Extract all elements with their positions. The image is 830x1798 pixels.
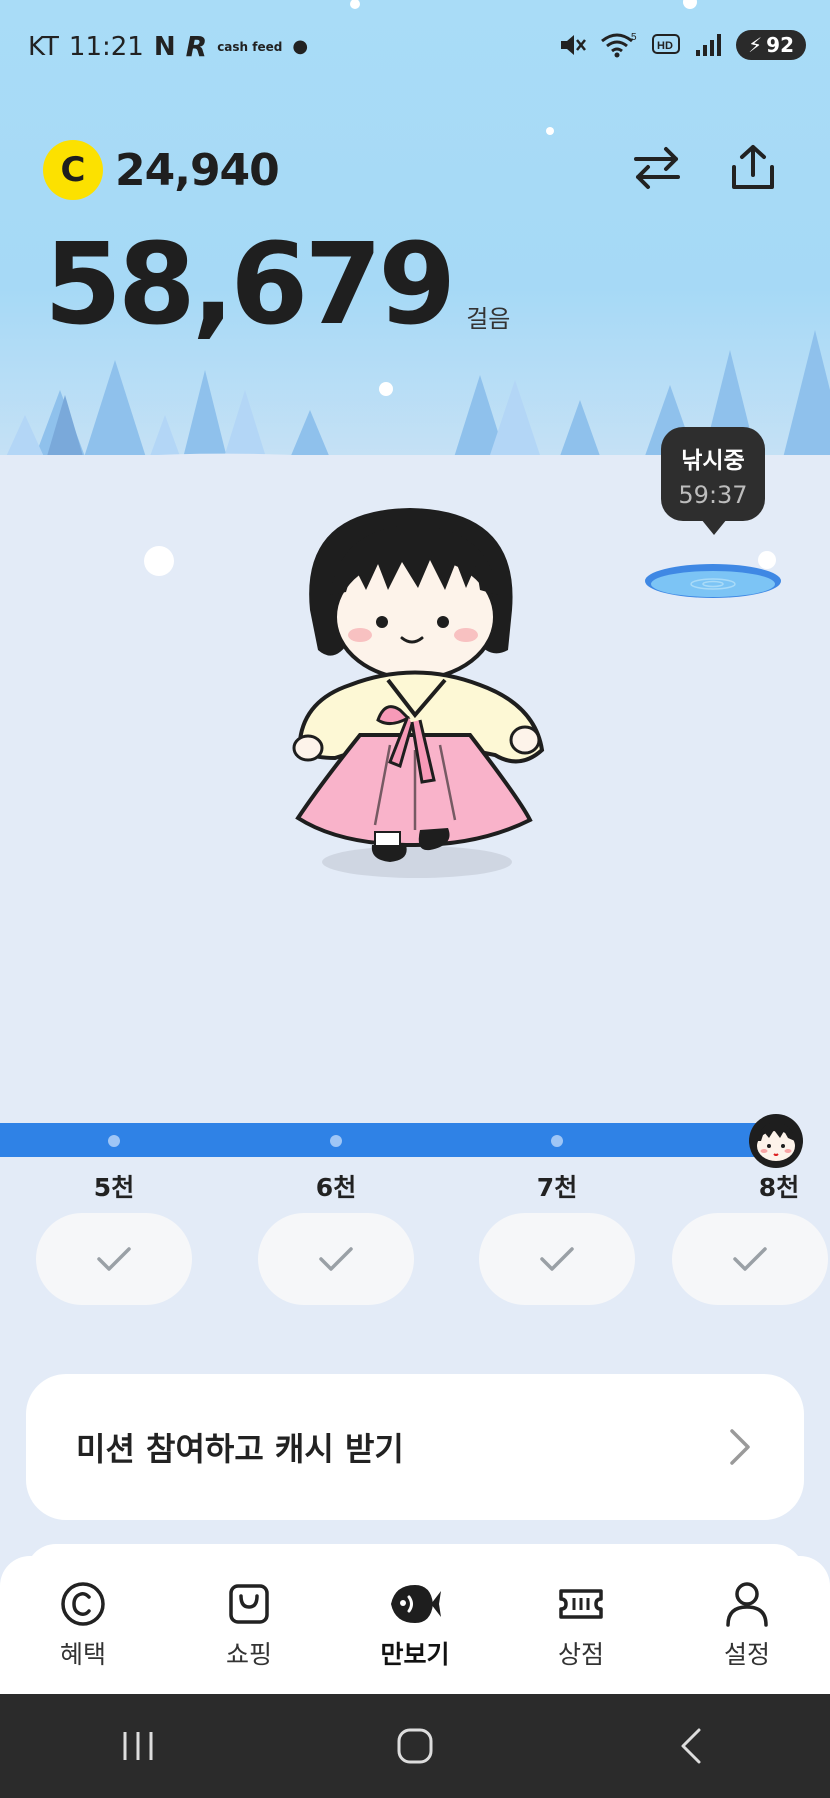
nav-store[interactable]: 상점 — [511, 1579, 651, 1671]
more-notifications-dot: ● — [292, 36, 309, 57]
fish-icon — [391, 1585, 441, 1623]
recent-apps-button[interactable] — [93, 1716, 183, 1776]
battery-icon: ⚡ 92 — [736, 30, 806, 60]
nav-settings[interactable]: 설정 — [677, 1579, 817, 1671]
nav-label: 쇼핑 — [225, 1640, 272, 1669]
r-app-icon: R — [185, 30, 208, 63]
nav-shopping[interactable]: 쇼핑 — [179, 1579, 319, 1671]
milestone-dot — [551, 1135, 563, 1147]
fishing-title: 낚시중 — [681, 448, 745, 474]
character-avatar[interactable] — [280, 500, 550, 880]
milestone-dot — [330, 1135, 342, 1147]
nav-label: 만보기 — [380, 1640, 450, 1669]
bottom-navigation: 혜택 쇼핑 만보기 상점 설정 — [0, 1556, 830, 1694]
status-bar: KT 11:21 N R cash feed ● 5 HD ⚡ 92 — [0, 0, 830, 92]
wifi-icon: 5 — [601, 32, 637, 58]
battery-level: 92 — [766, 33, 794, 57]
system-navigation-bar — [0, 1694, 830, 1798]
person-icon — [726, 1582, 768, 1627]
ticket-icon — [559, 1589, 603, 1619]
chevron-right-icon — [730, 1429, 750, 1465]
copyright-coin-icon — [61, 1582, 105, 1626]
steps-unit: 걸음 — [466, 305, 511, 333]
milestone-reward-button-5k[interactable] — [36, 1213, 192, 1305]
nav-label: 혜택 — [59, 1640, 106, 1669]
coin-amount: 24,940 — [115, 144, 280, 196]
coin-balance[interactable]: C 24,940 — [43, 140, 280, 200]
coin-icon: C — [43, 140, 103, 200]
nav-pedometer[interactable]: 만보기 — [345, 1579, 485, 1671]
milestone-reward-button-7k[interactable] — [479, 1213, 635, 1305]
exchange-button[interactable] — [627, 138, 687, 198]
svg-text:HD: HD — [657, 40, 673, 52]
progress-bar — [0, 1123, 795, 1157]
fishing-hole[interactable] — [643, 562, 783, 600]
fishing-status-bubble[interactable]: 낚시중 59:37 — [661, 427, 765, 535]
milestone-reward-button-8k[interactable] — [672, 1213, 828, 1305]
check-icon — [319, 1247, 353, 1271]
home-button[interactable] — [370, 1716, 460, 1776]
milestone-reward-button-6k[interactable] — [258, 1213, 414, 1305]
cashfeed-app-icon: cash feed — [217, 39, 283, 54]
naver-app-icon: N — [153, 31, 176, 62]
carrier-label: KT — [28, 31, 59, 62]
steps-count: 58,679 — [44, 220, 456, 350]
back-button[interactable] — [647, 1716, 737, 1776]
milestone-label-7k: 7천 — [536, 1173, 578, 1202]
mute-icon — [561, 35, 587, 55]
check-icon — [97, 1247, 131, 1271]
shopping-bag-icon — [229, 1584, 269, 1624]
check-icon — [540, 1247, 574, 1271]
nav-benefits[interactable]: 혜택 — [13, 1579, 153, 1671]
back-icon — [681, 1728, 701, 1764]
fishing-timer: 59:37 — [678, 481, 748, 509]
share-button[interactable] — [723, 138, 783, 198]
avatar-progress-marker — [749, 1114, 803, 1168]
time-label: 11:21 — [68, 31, 144, 62]
milestone-label-8k: 8천 — [758, 1173, 800, 1202]
signal-icon — [696, 34, 722, 56]
share-icon — [732, 145, 774, 189]
check-icon — [733, 1247, 767, 1271]
mission-card[interactable]: 미션 참여하고 캐시 받기 — [26, 1374, 804, 1520]
mission-label: 미션 참여하고 캐시 받기 — [76, 1430, 404, 1468]
recent-apps-icon — [123, 1732, 153, 1760]
home-icon — [397, 1728, 433, 1764]
svg-text:5: 5 — [631, 32, 637, 43]
milestone-label-5k: 5천 — [93, 1173, 135, 1202]
charging-icon: ⚡ — [748, 33, 763, 57]
milestone-dot — [108, 1135, 120, 1147]
nav-label: 설정 — [723, 1640, 770, 1669]
milestone-label-6k: 6천 — [315, 1173, 357, 1202]
hd-icon: HD — [652, 34, 681, 54]
nav-label: 상점 — [557, 1640, 604, 1669]
exchange-icon — [634, 147, 680, 189]
step-counter: 58,679 걸음 — [44, 220, 511, 350]
